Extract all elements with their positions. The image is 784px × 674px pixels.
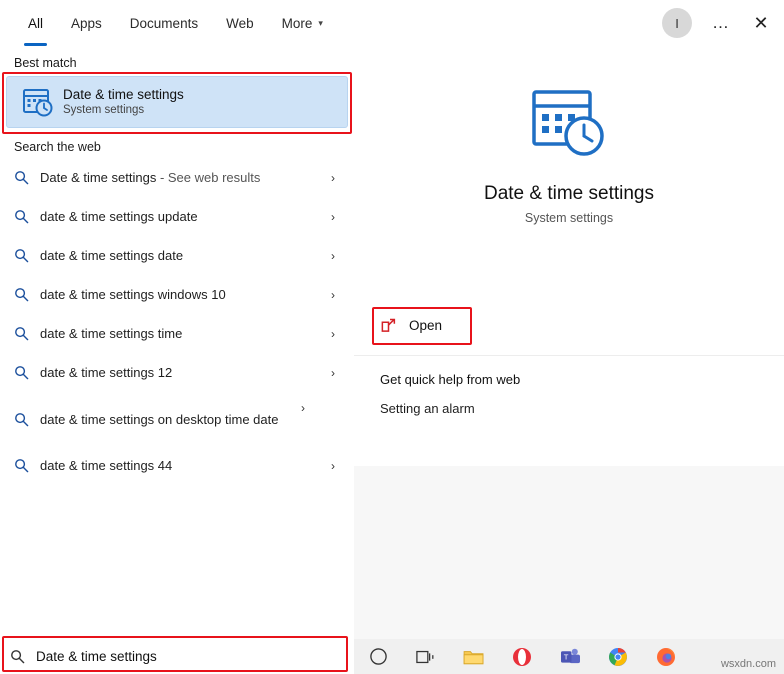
tab-all-label: All (28, 15, 44, 31)
preview-panel: Date & time settings System settings Ope… (354, 46, 784, 639)
best-match-item[interactable]: Date & time settings System settings (6, 76, 348, 128)
tab-apps-label: Apps (71, 15, 102, 31)
web-result-4-text: date & time settings time (40, 326, 183, 341)
web-result-3[interactable]: date & time settings windows 10 › (0, 275, 354, 314)
quick-help-section: Get quick help from web Setting an alarm (354, 355, 784, 466)
open-external-icon (380, 317, 397, 334)
chevron-right-icon: › (331, 209, 335, 224)
search-icon (14, 209, 40, 224)
tab-web-label: Web (226, 15, 254, 31)
chevron-right-icon: › (331, 248, 335, 263)
avatar[interactable]: I (662, 8, 692, 38)
web-result-5-text: date & time settings 12 (40, 365, 173, 380)
calendar-clock-icon (528, 82, 610, 169)
chevron-right-icon: › (331, 170, 335, 185)
tab-web[interactable]: Web (212, 0, 268, 46)
tab-documents[interactable]: Documents (116, 0, 212, 46)
google-chrome-icon[interactable] (594, 639, 642, 674)
file-explorer-icon[interactable] (450, 639, 498, 674)
tab-more[interactable]: More ▾ (268, 0, 337, 46)
date-time-settings-icon (19, 83, 57, 121)
search-scope-tabs: All Apps Documents Web More ▾ (0, 0, 337, 46)
web-result-0-suffix: - See web results (156, 170, 261, 185)
tab-apps[interactable]: Apps (57, 0, 116, 46)
chevron-down-icon: ▾ (318, 17, 323, 28)
open-button[interactable]: Open (380, 317, 442, 334)
web-result-1-text: date & time settings update (40, 209, 198, 224)
chevron-right-icon: › (331, 365, 335, 380)
quick-help-item-0[interactable]: Setting an alarm (354, 387, 784, 416)
search-icon (14, 170, 40, 185)
annotation-box-search (2, 636, 348, 672)
search-icon (14, 365, 40, 380)
web-result-0[interactable]: Date & time settings - See web results › (0, 158, 354, 197)
best-match-label: Best match (14, 56, 77, 70)
close-icon[interactable]: ✕ (738, 0, 784, 46)
chevron-right-icon: › (331, 287, 335, 302)
taskbar: T wsxdn.com (354, 639, 784, 674)
web-result-7-text: date & time settings 44 (40, 458, 173, 473)
web-result-0-text: Date & time settings - See web results (40, 169, 322, 186)
task-view-icon[interactable] (402, 639, 450, 674)
preview-card: Date & time settings System settings (354, 46, 784, 295)
web-result-5[interactable]: date & time settings 12 › (0, 353, 354, 392)
tab-all[interactable]: All (14, 0, 57, 46)
search-header: All Apps Documents Web More ▾ I … ✕ (0, 0, 784, 46)
search-flyout: All Apps Documents Web More ▾ I … ✕ Best… (0, 0, 784, 674)
tab-more-label: More (281, 15, 313, 31)
more-options-icon[interactable]: … (704, 0, 738, 46)
search-icon (14, 412, 40, 427)
web-result-2[interactable]: date & time settings date › (0, 236, 354, 275)
preview-title: Date & time settings (483, 183, 655, 204)
tab-documents-label: Documents (129, 15, 199, 31)
web-result-2-text: date & time settings date (40, 248, 184, 263)
search-icon (14, 287, 40, 302)
svg-text:T: T (563, 653, 568, 662)
preview-subtitle: System settings (524, 211, 614, 225)
chevron-right-icon: › (331, 326, 335, 341)
cortana-circle-icon[interactable] (354, 639, 402, 674)
best-match-title: Date & time settings (63, 86, 184, 102)
header-actions: I … ✕ (662, 0, 784, 46)
search-icon (14, 458, 40, 473)
web-result-7[interactable]: date & time settings 44 › (0, 446, 354, 485)
quick-help-title: Get quick help from web (380, 372, 521, 387)
chevron-right-icon: › (331, 458, 335, 473)
web-result-1[interactable]: date & time settings update › (0, 197, 354, 236)
microsoft-teams-icon[interactable]: T (546, 639, 594, 674)
open-row: Open (354, 295, 784, 355)
search-icon (14, 326, 40, 341)
web-result-3-text: date & time settings windows 10 (40, 287, 226, 302)
web-result-6[interactable]: date & time settings on desktop time dat… (0, 392, 354, 446)
best-match-text: Date & time settings System settings (63, 87, 184, 118)
best-match-wrap: Date & time settings System settings (2, 72, 352, 134)
web-result-4[interactable]: date & time settings time › (0, 314, 354, 353)
web-result-6-text: date & time settings on desktop time dat… (40, 411, 279, 427)
opera-browser-icon[interactable] (498, 639, 546, 674)
search-web-label: Search the web (14, 140, 101, 154)
chevron-right-icon: › (301, 401, 305, 415)
search-icon (14, 248, 40, 263)
firefox-browser-icon[interactable] (642, 639, 690, 674)
avatar-initial: I (675, 15, 679, 31)
results-panel: Best match Date & time settings System s… (0, 46, 354, 639)
open-label: Open (409, 317, 443, 333)
watermark: wsxdn.com (720, 658, 776, 670)
web-result-0-query: Date & time settings (40, 170, 157, 185)
best-match-subtitle: System settings (63, 103, 145, 116)
